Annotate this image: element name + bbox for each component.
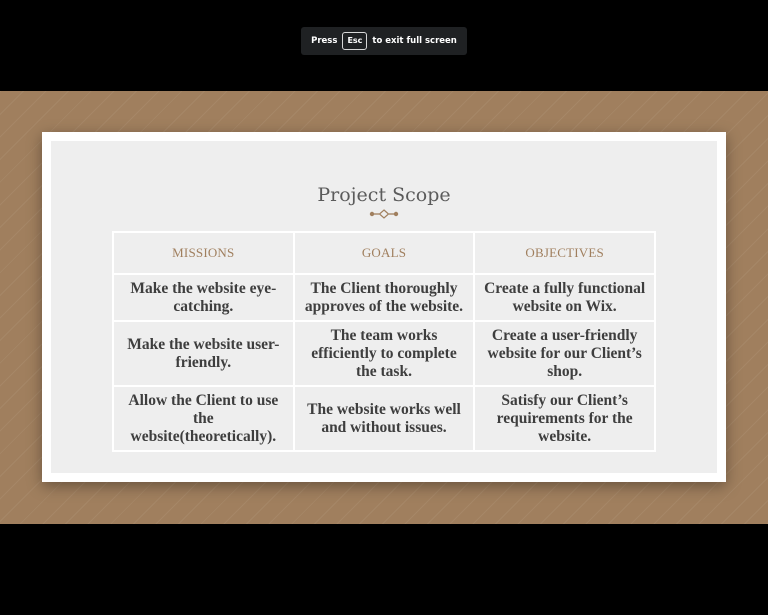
fullscreen-viewer: Press Esc to exit full screen Project Sc…	[0, 0, 768, 615]
table-cell: The Client thoroughly approves of the we…	[292, 273, 476, 322]
slide-panel: Project Scope MISSIONS GOALS OBJECTIVES	[51, 141, 717, 473]
slide-title: Project Scope	[317, 184, 451, 206]
header-goals: GOALS	[292, 231, 476, 275]
table-cell: The website works well and without issue…	[292, 385, 476, 452]
banner-press-text: Press	[311, 36, 338, 46]
table-row: Make the website user-friendly. The team…	[112, 320, 656, 387]
table-row: Make the website eye-catching. The Clien…	[112, 273, 656, 322]
header-objectives: OBJECTIVES	[473, 231, 656, 275]
table-header-row: MISSIONS GOALS OBJECTIVES	[112, 231, 656, 275]
table-cell: Allow the Client to use the website(theo…	[112, 385, 295, 452]
table-cell: Create a fully functional website on Wix…	[473, 273, 656, 322]
header-missions: MISSIONS	[112, 231, 295, 275]
table-cell: Satisfy our Client’s requirements for th…	[473, 385, 656, 452]
table-cell: The team works efficiently to complete t…	[292, 320, 476, 387]
ornament-divider-icon	[369, 209, 399, 219]
table-cell: Make the website user-friendly.	[112, 320, 295, 387]
table-row: Allow the Client to use the website(theo…	[112, 385, 656, 452]
exit-fullscreen-banner: Press Esc to exit full screen	[301, 27, 467, 55]
banner-suffix-text: to exit full screen	[372, 36, 457, 46]
table-cell: Create a user-friendly website for our C…	[473, 320, 656, 387]
slide-background: Project Scope MISSIONS GOALS OBJECTIVES	[0, 91, 768, 524]
project-scope-table: MISSIONS GOALS OBJECTIVES Make the websi…	[112, 231, 656, 452]
esc-key-badge[interactable]: Esc	[342, 32, 368, 50]
slide-card: Project Scope MISSIONS GOALS OBJECTIVES	[42, 132, 726, 482]
table-cell: Make the website eye-catching.	[112, 273, 295, 322]
